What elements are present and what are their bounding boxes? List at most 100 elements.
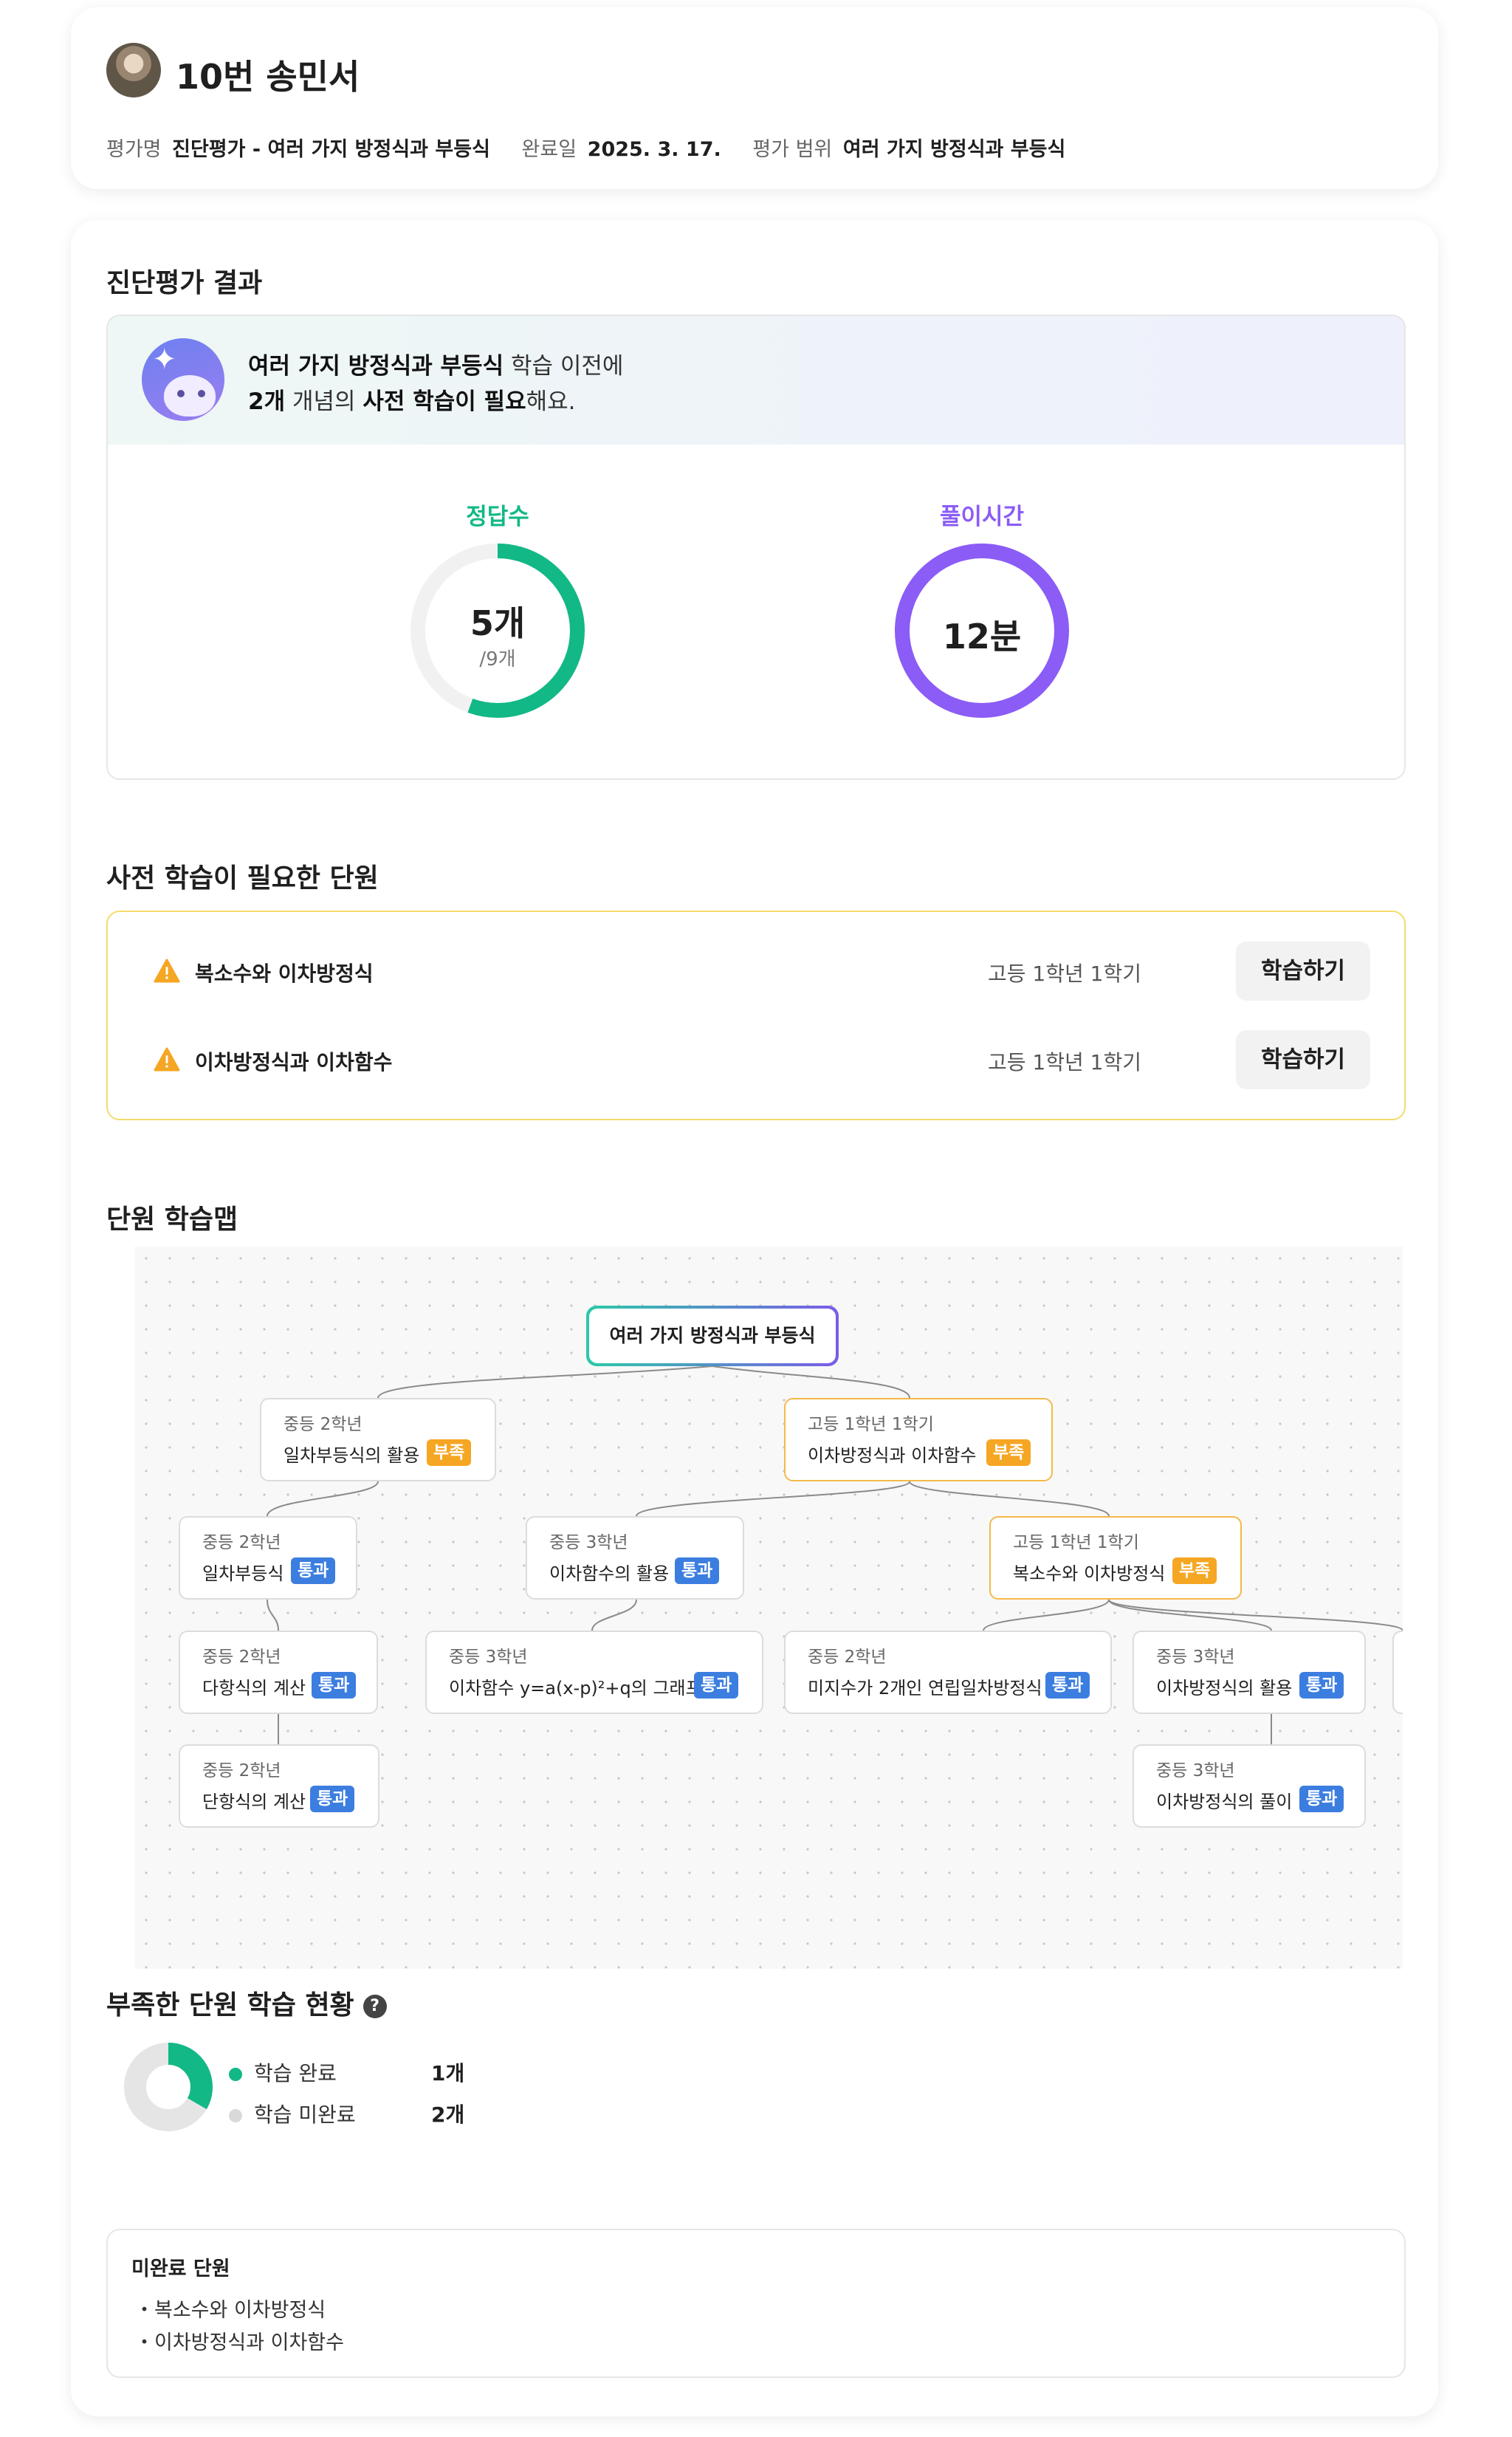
prereq-grade: 고등 1학년 1학기 xyxy=(988,962,1141,986)
status-badge: 통과 xyxy=(1045,1672,1090,1699)
node-title: 복소수와 이차방정식 xyxy=(1013,1563,1166,1584)
student-header-card: 10번 송민서 평가명 진단평가 - 여러 가지 방정식과 부등식 완료일 20… xyxy=(71,7,1438,189)
map-node[interactable]: 중등 3학년 이차함수 y=a(x-p)²+q의 그래프 통과 xyxy=(425,1631,763,1714)
node-grade: 중등 3학년 xyxy=(1156,1761,1235,1780)
node-grade: 중등 2학년 xyxy=(202,1648,281,1667)
node-grade: 중등 3학년 xyxy=(449,1648,528,1667)
incomplete-unit-name: 이차방정식과 이차함수 xyxy=(154,2331,344,2354)
legend-done-label: 학습 완료 xyxy=(254,2061,337,2085)
incomplete-unit-item: ・이차방정식과 이차함수 xyxy=(134,2331,344,2354)
warning-icon xyxy=(154,959,180,983)
node-grade: 중등 3학년 xyxy=(549,1533,628,1552)
weak-units-title-text: 부족한 단원 학습 현황 xyxy=(106,1990,354,2020)
avatar xyxy=(106,43,161,97)
map-node[interactable]: 중등 2학년 다항식의 계산 통과 xyxy=(179,1631,378,1714)
node-title: 이차방정식의 활용 xyxy=(1156,1678,1293,1699)
solve-time-label: 풀이시간 xyxy=(939,504,1025,530)
status-badge: 통과 xyxy=(312,1672,357,1699)
node-grade: 고등 1학년 1학기 xyxy=(808,1415,934,1434)
map-node[interactable]: 중등 3학년 이차함수의 활용 통과 xyxy=(526,1516,744,1600)
map-node[interactable]: 중등 3학년 이차방정식의 활용 통과 xyxy=(1133,1631,1366,1714)
node-grade: 고등 1학년 1학기 xyxy=(1013,1533,1139,1552)
prereq-grade: 고등 1학년 1학기 xyxy=(988,1050,1141,1074)
map-root-label: 여러 가지 방정식과 부등식 xyxy=(589,1309,836,1363)
weak-units-donut xyxy=(124,2043,213,2131)
prereq-list: 복소수와 이차방정식 고등 1학년 1학기 학습하기 이차방정식과 이차함수 고… xyxy=(106,911,1406,1120)
node-title: 이차방정식의 풀이 xyxy=(1156,1792,1293,1812)
prereq-section-title: 사전 학습이 필요한 단원 xyxy=(106,863,379,894)
result-section-title: 진단평가 결과 xyxy=(106,268,263,298)
node-grade: 중등 2학년 xyxy=(284,1415,362,1434)
node-title: 이차방정식과 이차함수 xyxy=(808,1445,977,1466)
node-title: 일차부등식의 활용 xyxy=(284,1445,420,1466)
legend-done: 학습 완료 xyxy=(229,2057,337,2087)
summary-text-1: 학습 이전에 xyxy=(504,353,624,380)
node-title: 단항식의 계산 xyxy=(202,1792,306,1812)
status-badge: 부족 xyxy=(427,1439,472,1466)
completed-date: 2025. 3. 17. xyxy=(587,138,721,161)
status-badge: 통과 xyxy=(694,1672,739,1699)
map-node[interactable]: 중등 2학년 미지수가 2개인 연립일차방정식 통과 xyxy=(784,1631,1112,1714)
prereq-row: 복소수와 이차방정식 고등 1학년 1학기 학습하기 xyxy=(108,942,1404,1001)
node-grade: 중등 2학년 xyxy=(202,1533,281,1552)
range-value: 여러 가지 방정식과 부등식 xyxy=(842,138,1066,161)
result-summary: 여러 가지 방정식과 부등식 학습 이전에 2개 개념의 사전 학습이 필요해요… xyxy=(248,349,623,419)
status-badge: 통과 xyxy=(310,1786,355,1812)
result-banner: ✦ 여러 가지 방정식과 부등식 학습 이전에 2개 개념의 사전 학습이 필요… xyxy=(108,316,1404,445)
prereq-name: 복소수와 이차방정식 xyxy=(195,962,374,986)
map-node[interactable]: 고등 1학년 1학기 복소수와 이차방정식 부족 xyxy=(989,1516,1242,1600)
study-button[interactable]: 학습하기 xyxy=(1236,1030,1370,1089)
node-grade: 중등 2학년 xyxy=(808,1648,887,1667)
incomplete-unit-name: 복소수와 이차방정식 xyxy=(154,2299,326,2322)
map-node[interactable]: 중등 2학년 일차부등식의 활용 부족 xyxy=(260,1398,496,1481)
correct-count-label: 정답수 xyxy=(466,504,529,530)
summary-text-2: 개념의 xyxy=(285,388,363,415)
summary-count: 2개 xyxy=(248,388,286,415)
node-title: 다항식의 계산 xyxy=(202,1678,306,1699)
map-root-node[interactable]: 여러 가지 방정식과 부등식 xyxy=(586,1306,839,1366)
summary-text-3: 해요. xyxy=(526,388,576,415)
node-title: 미지수가 2개인 연립일차방정식 xyxy=(808,1678,1042,1699)
done-count: 1개 xyxy=(431,2061,465,2085)
help-icon[interactable]: ? xyxy=(362,1995,387,2018)
legend-undone: 학습 미완료 xyxy=(229,2099,356,2128)
study-button[interactable]: 학습하기 xyxy=(1236,942,1370,1001)
map-node-partial[interactable] xyxy=(1392,1631,1403,1714)
status-badge: 통과 xyxy=(291,1557,336,1584)
eval-name-label: 평가명 xyxy=(106,138,162,161)
status-badge: 부족 xyxy=(986,1439,1031,1466)
node-title: 일차부등식 xyxy=(202,1563,284,1584)
undone-count: 2개 xyxy=(431,2102,465,2127)
node-title: 이차함수 y=a(x-p)²+q의 그래프 xyxy=(449,1678,702,1699)
report-card: 진단평가 결과 ✦ 여러 가지 방정식과 부등식 학습 이전에 2개 개념의 사… xyxy=(71,220,1438,2416)
evaluation-meta: 평가명 진단평가 - 여러 가지 방정식과 부등식 완료일 2025. 3. 1… xyxy=(106,133,1090,162)
solve-time-value: 12분 xyxy=(942,617,1022,657)
range-label: 평가 범위 xyxy=(752,138,833,161)
eval-name: 진단평가 - 여러 가지 방정식과 부등식 xyxy=(172,138,490,161)
status-badge: 부족 xyxy=(1172,1557,1217,1584)
status-badge: 통과 xyxy=(1299,1672,1344,1699)
map-node[interactable]: 중등 2학년 일차부등식 통과 xyxy=(179,1516,357,1600)
node-grade: 중등 2학년 xyxy=(202,1761,281,1780)
completed-label: 완료일 xyxy=(521,138,577,161)
map-node[interactable]: 중등 2학년 단항식의 계산 통과 xyxy=(179,1744,379,1828)
map-node[interactable]: 고등 1학년 1학기 이차방정식과 이차함수 부족 xyxy=(784,1398,1053,1481)
node-title: 이차함수의 활용 xyxy=(549,1563,670,1584)
legend-dot-done xyxy=(229,2068,242,2081)
summary-unit: 여러 가지 방정식과 부등식 xyxy=(248,353,504,380)
incomplete-units-title: 미완료 단원 xyxy=(131,2258,230,2280)
incomplete-unit-item: ・복소수와 이차방정식 xyxy=(134,2299,326,2322)
map-node[interactable]: 중등 3학년 이차방정식의 풀이 통과 xyxy=(1133,1744,1366,1828)
weak-units-title: 부족한 단원 학습 현황? xyxy=(106,1984,387,2022)
legend-dot-undone xyxy=(229,2109,242,2122)
prereq-row: 이차방정식과 이차함수 고등 1학년 1학기 학습하기 xyxy=(108,1030,1404,1089)
summary-need: 사전 학습이 필요 xyxy=(362,388,526,415)
legend-undone-label: 학습 미완료 xyxy=(254,2102,356,2127)
learning-map-canvas[interactable]: 여러 가지 방정식과 부등식 중등 2학년 일차부등식의 활용 부족 고등 1학… xyxy=(134,1247,1403,1969)
correct-count-value: 5개 xyxy=(470,603,526,643)
result-box: ✦ 여러 가지 방정식과 부등식 학습 이전에 2개 개념의 사전 학습이 필요… xyxy=(106,315,1406,780)
node-grade: 중등 3학년 xyxy=(1156,1648,1235,1667)
learning-map-title: 단원 학습맵 xyxy=(106,1204,238,1235)
prereq-name: 이차방정식과 이차함수 xyxy=(195,1050,393,1074)
student-name: 10번 송민서 xyxy=(176,57,360,97)
